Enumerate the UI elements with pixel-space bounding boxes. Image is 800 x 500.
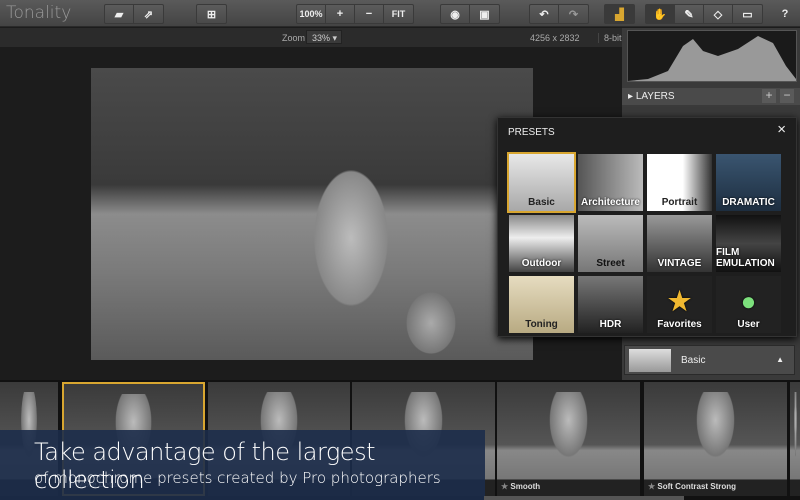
preset-label: Street xyxy=(596,258,625,269)
hand-icon[interactable]: ✋ xyxy=(646,5,675,23)
view-group: ◉ ▣ xyxy=(440,4,500,24)
crop-icon[interactable]: ⊞ xyxy=(197,5,226,23)
preset-label: Outdoor xyxy=(521,258,562,269)
close-icon[interactable]: × xyxy=(777,121,786,138)
layers-title: LAYERS xyxy=(635,91,675,102)
preset-tile[interactable]: HDR xyxy=(578,276,643,333)
preset-tile[interactable]: Street xyxy=(578,215,643,272)
preset-tile[interactable]: VINTAGE xyxy=(647,215,712,272)
preset-tile[interactable]: Toning xyxy=(509,276,574,333)
presets-title: PRESETS xyxy=(508,127,555,138)
histogram-graph xyxy=(628,36,796,81)
zoom-out-icon[interactable]: − xyxy=(355,5,384,23)
preset-thumbnail xyxy=(629,349,671,372)
toolbar: Tonality ▰ ⇗ ⊞ 100% + − FIT ◉ ▣ ↶ ↷ ▟ ✋ … xyxy=(0,0,800,27)
thumb-label-text: Smooth xyxy=(510,482,541,491)
thumb-image xyxy=(793,392,797,462)
zoom-select[interactable]: 33% ▾ xyxy=(306,30,342,44)
filmstrip-thumb[interactable] xyxy=(790,382,800,496)
add-layer-button[interactable]: + xyxy=(762,89,776,103)
preset-label: HDR xyxy=(599,319,622,330)
crop-group: ⊞ xyxy=(196,4,227,24)
star-icon[interactable]: ★ xyxy=(501,482,510,491)
brush-icon[interactable]: ✎ xyxy=(675,5,704,23)
gradient-icon[interactable]: ▭ xyxy=(733,5,762,23)
preset-label: User xyxy=(737,319,760,330)
preset-label: VINTAGE xyxy=(657,258,702,269)
histogram xyxy=(627,30,797,82)
thumb-label-text: Soft Contrast Strong xyxy=(657,482,737,491)
histogram-toggle-group: ▟ xyxy=(604,4,635,24)
user-icon: ● xyxy=(740,286,757,316)
preset-label: DRAMATIC xyxy=(722,197,775,208)
thumb-image xyxy=(547,392,590,462)
thumb-label: ★ Smooth xyxy=(501,482,540,491)
export-icon[interactable]: ⇗ xyxy=(134,5,163,23)
preset-tile[interactable]: ● User xyxy=(716,276,781,333)
bit-depth: 8-bit xyxy=(598,33,622,43)
star-icon[interactable]: ★ xyxy=(648,482,657,491)
preset-label: Favorites xyxy=(657,319,702,330)
preset-tile[interactable]: FILM EMULATION xyxy=(716,215,781,272)
filmstrip-thumb[interactable]: ★ Soft Contrast Strong xyxy=(644,382,787,496)
image-dimensions: 4256 x 2832 xyxy=(530,33,580,43)
fit-button[interactable]: FIT xyxy=(384,5,413,23)
preset-selector[interactable]: Basic ▲ xyxy=(624,345,795,375)
preset-tile[interactable]: DRAMATIC xyxy=(716,154,781,211)
zoom-value: 33% xyxy=(312,33,331,43)
layers-header[interactable]: ▸ LAYERS + − xyxy=(622,88,800,105)
zoom-group: 100% + − FIT xyxy=(296,4,414,24)
preset-tile[interactable]: Portrait xyxy=(647,154,712,211)
history-group: ↶ ↷ xyxy=(529,4,589,24)
info-bar: Zoom 33% ▾ 4256 x 2832 8-bit xyxy=(0,28,622,47)
filmstrip-scrollbar[interactable] xyxy=(484,496,684,500)
main-photo[interactable] xyxy=(91,68,533,360)
presets-popover: PRESETS × Basic Architecture Portrait DRAMA… xyxy=(497,117,797,337)
remove-layer-button[interactable]: − xyxy=(780,89,794,103)
zoom-100-button[interactable]: 100% xyxy=(297,5,326,23)
file-group: ▰ ⇗ xyxy=(104,4,164,24)
preset-tile[interactable]: Outdoor xyxy=(509,215,574,272)
histogram-icon[interactable]: ▟ xyxy=(605,5,634,23)
undo-icon[interactable]: ↶ xyxy=(530,5,559,23)
app-title: Tonality xyxy=(6,3,72,23)
star-icon: ★ xyxy=(667,286,692,316)
preset-label: Toning xyxy=(525,319,558,330)
expand-icon: ▸ xyxy=(628,91,636,102)
eraser-icon[interactable]: ◇ xyxy=(704,5,733,23)
preset-selector-value: Basic xyxy=(681,355,706,366)
caption-line2: of monochrome presets created by Pro pho… xyxy=(34,469,441,487)
preset-label: Basic xyxy=(528,197,555,208)
preset-tile[interactable]: Basic xyxy=(507,152,576,213)
zoom-label: Zoom xyxy=(282,33,306,43)
preset-tile[interactable]: ★ Favorites xyxy=(647,276,712,333)
open-folder-icon[interactable]: ▰ xyxy=(105,5,134,23)
zoom-in-icon[interactable]: + xyxy=(326,5,355,23)
preset-label: Portrait xyxy=(661,197,698,208)
chevron-down-icon: ▾ xyxy=(332,33,338,43)
promo-caption: Take advantage of the largest collection… xyxy=(0,430,485,500)
help-button[interactable]: ? xyxy=(775,5,795,23)
tools-group: ✋ ✎ ◇ ▭ xyxy=(645,4,763,24)
preset-grid: Basic Architecture Portrait DRAMATIC Outdoor… xyxy=(507,152,781,333)
filmstrip-thumb[interactable]: ★ Smooth xyxy=(497,382,640,496)
thumb-image xyxy=(694,392,737,462)
preset-label: FILM EMULATION xyxy=(716,247,775,269)
thumb-label: ★ Soft Contrast Strong xyxy=(648,482,736,491)
preset-tile[interactable]: Architecture xyxy=(578,154,643,211)
preset-label: Architecture xyxy=(581,197,640,208)
eye-icon[interactable]: ◉ xyxy=(441,5,470,23)
chevron-up-icon: ▲ xyxy=(776,355,784,364)
redo-icon[interactable]: ↷ xyxy=(559,5,588,23)
compare-icon[interactable]: ▣ xyxy=(470,5,499,23)
